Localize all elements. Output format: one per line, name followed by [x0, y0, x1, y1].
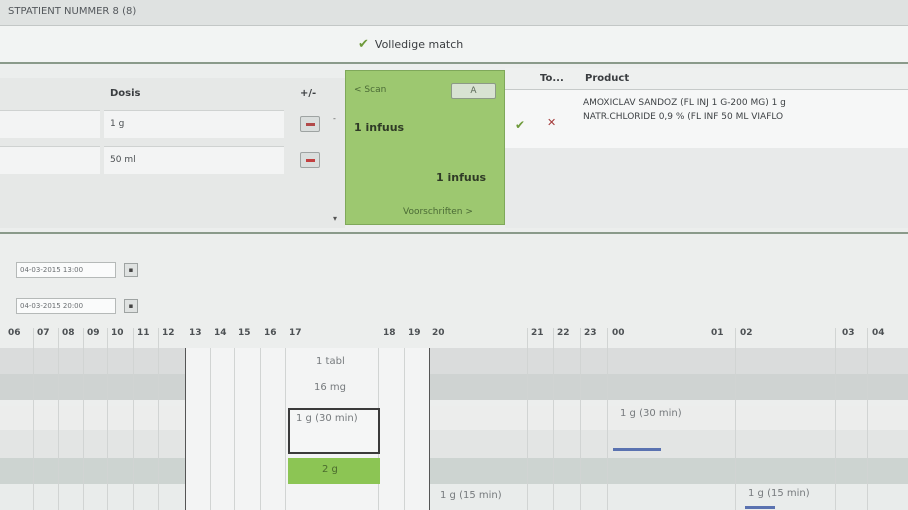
hour-label: 02	[740, 328, 753, 338]
dosis-row-1-value[interactable]: 1 g	[104, 110, 284, 138]
hour-label: 13	[189, 328, 202, 338]
match-bar: ✔ Volledige match	[0, 26, 908, 62]
dosis-row-1-leftcell	[0, 110, 100, 138]
grid-line	[58, 328, 59, 510]
selected-dose-cell[interactable]: 1 g (30 min)	[288, 408, 380, 454]
start-date-picker-button[interactable]: ▪	[124, 263, 138, 277]
grid-line	[404, 348, 405, 510]
to-header[interactable]: To...	[540, 73, 564, 84]
grid-line	[158, 328, 159, 510]
grid-line	[867, 328, 868, 510]
infuus-bottom: 1 infuus	[436, 171, 487, 184]
dosis-row-2-leftcell	[0, 146, 100, 174]
grid-line	[285, 348, 286, 510]
grid-line	[835, 328, 836, 510]
grid-line	[83, 328, 84, 510]
timeline-band	[0, 430, 908, 458]
product-table-header: To... Product	[505, 68, 908, 90]
hour-label: 14	[214, 328, 227, 338]
dosis-row-2-value[interactable]: 50 ml	[104, 146, 284, 174]
dropdown-arrow-icon[interactable]: ▾	[333, 214, 337, 223]
hour-label: 08	[62, 328, 75, 338]
grid-line	[234, 348, 235, 510]
hour-label: 19	[408, 328, 421, 338]
product-header[interactable]: Product	[585, 73, 629, 84]
hour-label: 09	[87, 328, 100, 338]
administered-dose-cell[interactable]: 2 g	[288, 458, 380, 484]
grid-line	[553, 328, 554, 510]
hour-label: 11	[137, 328, 150, 338]
grid-line	[607, 328, 608, 510]
scan-link[interactable]: < Scan	[354, 85, 386, 95]
match-status: ✔ Volledige match	[358, 37, 463, 52]
dosis-header: Dosis	[110, 88, 141, 99]
duration-bar	[613, 448, 661, 451]
grid-line	[210, 348, 211, 510]
voorschriften-link[interactable]: Voorschriften >	[403, 207, 473, 217]
hour-label: 12	[162, 328, 175, 338]
grid-line	[580, 328, 581, 510]
hour-label: 17	[289, 328, 302, 338]
grid-line	[527, 328, 528, 510]
timeline-entry[interactable]: 1 g (15 min)	[748, 488, 810, 499]
hour-label: 01	[711, 328, 724, 338]
dosis-table: Dosis +/- 1 g 50 ml - ▾	[0, 78, 345, 228]
grid-line	[33, 328, 34, 510]
hour-label: 15	[238, 328, 251, 338]
check-icon: ✔	[358, 37, 369, 52]
remove-row-2-button[interactable]	[300, 152, 320, 168]
hour-label: 23	[584, 328, 597, 338]
plusminus-header: +/-	[300, 88, 317, 99]
timeline-band	[0, 458, 908, 484]
hour-label: 20	[432, 328, 445, 338]
timeline-band	[0, 348, 908, 374]
start-date-field[interactable]: 04-03-2015 13:00	[16, 262, 116, 278]
hour-label: 07	[37, 328, 50, 338]
hour-label: 18	[383, 328, 396, 338]
window-titlebar: STPATIENT NUMMER 8 (8)	[0, 0, 908, 26]
hour-label: 21	[531, 328, 544, 338]
divider	[0, 62, 908, 64]
grid-line	[260, 348, 261, 510]
hour-label: 16	[264, 328, 277, 338]
hour-label: 03	[842, 328, 855, 338]
timeline-entry[interactable]: 1 g (30 min)	[620, 408, 682, 419]
pin-icon: ✕	[547, 116, 557, 129]
hour-label: 04	[872, 328, 885, 338]
duration-bar	[745, 506, 775, 509]
infuus-top: 1 infuus	[354, 121, 405, 134]
timeline-entry[interactable]: 1 tabl	[316, 356, 345, 367]
timeline-entry[interactable]: 2 g	[322, 464, 338, 475]
divider	[0, 232, 908, 234]
timeline-entry[interactable]: 1 g (30 min)	[296, 413, 358, 424]
hour-label: 22	[557, 328, 570, 338]
clear-scan-button[interactable]: A	[451, 83, 496, 99]
timeline-grid: 06 07 08 09 10 11 12 13 14 15 16 17 18 1…	[0, 328, 908, 510]
timeline-band	[0, 406, 908, 432]
match-label: Volledige match	[374, 38, 464, 51]
end-date-picker-button[interactable]: ▪	[124, 299, 138, 313]
dash-icon: -	[333, 114, 336, 123]
scan-panel: < Scan A 1 infuus 1 infuus Voorschriften…	[345, 70, 505, 225]
timeline-band	[0, 374, 908, 400]
end-date-field[interactable]: 04-03-2015 20:00	[16, 298, 116, 314]
grid-line	[133, 328, 134, 510]
product-name-1: AMOXICLAV SANDOZ (FL INJ 1 G-200 MG) 1 g	[583, 98, 786, 108]
window-title: STPATIENT NUMMER 8 (8)	[8, 6, 137, 17]
remove-row-1-button[interactable]	[300, 116, 320, 132]
grid-line	[735, 328, 736, 510]
product-name-2: NATR.CHLORIDE 0,9 % (FL INF 50 ML VIAFLO	[583, 112, 784, 122]
hour-label: 06	[8, 328, 21, 338]
product-empty-area	[505, 148, 908, 228]
timeline-entry[interactable]: 16 mg	[314, 382, 346, 393]
check-icon: ✔	[515, 118, 526, 132]
hour-label: 00	[612, 328, 625, 338]
grid-line	[107, 328, 108, 510]
product-table: To... Product ✔ ✕ AMOXICLAV SANDOZ (FL I…	[505, 68, 908, 228]
hour-label: 10	[111, 328, 124, 338]
product-row[interactable]: ✔ ✕ AMOXICLAV SANDOZ (FL INJ 1 G-200 MG)…	[505, 90, 908, 148]
timeline-entry[interactable]: 1 g (15 min)	[440, 490, 502, 501]
